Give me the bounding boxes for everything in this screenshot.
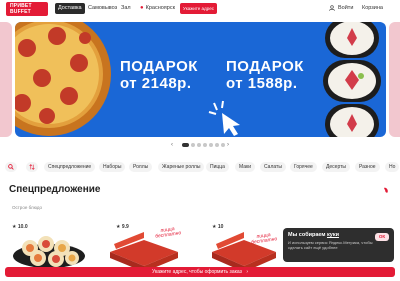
banner-dot[interactable] [182,143,189,147]
banner-pagination: ‹ › [167,141,235,149]
city-label: Красноярск [145,5,175,11]
tab-pickup[interactable]: Самовывоз [85,3,120,14]
category-more[interactable]: Но [385,162,400,172]
banner-dot[interactable] [215,143,219,147]
pizza-image [15,22,111,136]
cookie-ok-button[interactable]: ОК [375,233,389,241]
offer-2: ПОДАРОК от 1588р. [226,58,304,92]
category-rolls[interactable]: Роллы [129,162,153,172]
login-label: Войти [338,5,354,11]
category-special[interactable]: Спецпредложение [44,162,96,172]
logo[interactable]: ПРИВЕТ BUFFET [6,2,48,16]
category-hot[interactable]: Горячее [290,162,317,172]
section-title: Спецпредложение [9,184,101,195]
offer-1: ПОДАРОК от 2148р. [120,58,198,92]
banner-dot[interactable] [197,143,201,147]
offer-2-title: ПОДАРОК [226,58,304,75]
offer-1-price: от 2148р. [120,75,192,92]
city-selector[interactable]: ● Красноярск [140,3,175,14]
chili-filter-icon[interactable] [382,186,390,194]
category-pizza[interactable]: Пицца [206,162,229,172]
category-salads[interactable]: Салаты [260,162,286,172]
category-fried-rolls[interactable]: Жареные роллы [158,162,205,172]
logo-line2: BUFFET [10,9,31,15]
category-maki[interactable]: Маки [235,162,255,172]
banner-dot[interactable] [191,143,195,147]
cookie-popup: Мы собираем куки И используем сервис Янд… [283,228,394,262]
banner-prev-peek[interactable] [0,22,12,137]
cart-button[interactable]: Корзина [362,3,383,14]
offer-1-title: ПОДАРОК [120,58,198,75]
banner-next-peek[interactable] [389,22,400,137]
category-bar: Спецпредложение Наборы Роллы Жареные рол… [0,160,400,174]
sort-button[interactable] [26,162,38,172]
offer-2-price: от 1588р. [226,75,298,92]
product-card[interactable]: ★ 9.9 пицца бесплатно [104,222,189,268]
sort-icon [29,164,35,170]
location-pin-icon: ● [140,5,144,11]
search-category-button[interactable] [5,162,17,172]
product-card[interactable]: ★ 10 пицца бесплатно [208,222,284,268]
category-desserts[interactable]: Десерты [322,162,351,172]
cookie-title: Мы собираем куки [288,232,389,239]
cart-label: Корзина [362,5,383,11]
rating: ★ 9.9 [116,224,129,230]
header: ПРИВЕТ BUFFET Доставка Самовывоз Зал ● Кр… [0,0,400,18]
banner-next-arrow[interactable]: › [227,141,229,149]
rating: ★ 10.0 [12,224,28,230]
search-icon [8,164,14,170]
sushi-roll-image [323,22,381,137]
login-button[interactable]: Войти [329,3,353,14]
banner-dot[interactable] [221,143,225,147]
address-button[interactable]: Укажите адрес [180,3,217,14]
user-icon [329,4,335,11]
set-address-text: Укажите адрес, чтобы оформить заказ [152,269,242,275]
cookie-title-text: Мы собираем [288,232,328,238]
promo-banner[interactable]: ПОДАРОК от 2148р. ПОДАРОК от 1588р. [15,22,386,137]
cookie-text: И используем сервис Яндекс.Метрика, чтоб… [288,240,373,250]
banner-prev-arrow[interactable]: ‹ [171,141,173,149]
product-card[interactable]: ★ 10.0 [8,222,90,268]
rating: ★ 10 [212,224,224,230]
cursor-click-icon [208,100,240,136]
category-sets[interactable]: Наборы [99,162,126,172]
category-misc[interactable]: Разное [355,162,380,172]
spicy-filter-label[interactable]: Острое блюдо [12,205,42,210]
chevron-right-icon: › [246,269,248,275]
banner-dot[interactable] [203,143,207,147]
set-address-bar[interactable]: Укажите адрес, чтобы оформить заказ › [5,267,395,277]
tab-hall[interactable]: Зал [118,3,134,14]
tab-delivery[interactable]: Доставка [55,3,85,14]
banner-dot[interactable] [209,143,213,147]
cookie-link[interactable]: куки [327,232,339,238]
